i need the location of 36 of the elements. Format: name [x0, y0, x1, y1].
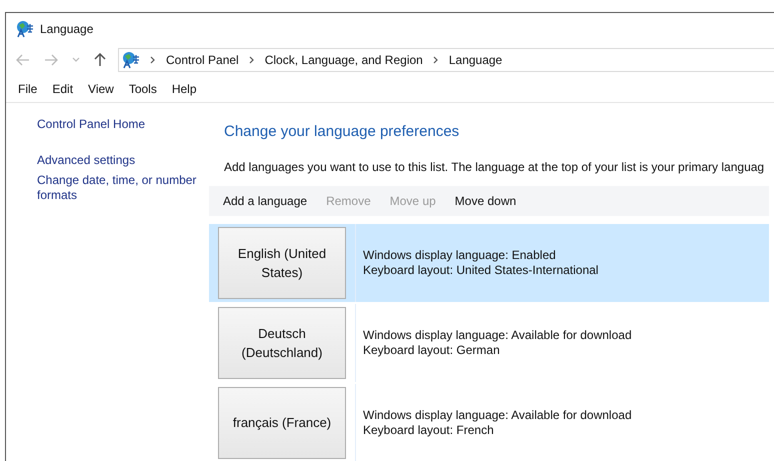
- language-icon: [122, 51, 140, 69]
- sidebar-link[interactable]: Change date, time, or number formats: [37, 173, 202, 203]
- menu-item[interactable]: View: [88, 80, 114, 98]
- chevron-icon: [248, 56, 255, 64]
- forward-arrow-icon[interactable]: [44, 54, 58, 66]
- back-arrow-icon[interactable]: [16, 54, 30, 66]
- language-tile[interactable]: Deutsch (Deutschland): [218, 306, 346, 378]
- address-bar[interactable]: Control Panel Clock, Language, and Region Language: [118, 48, 774, 72]
- menu-item[interactable]: Tools: [128, 80, 157, 98]
- chevron-icon: [432, 56, 439, 64]
- language-row[interactable]: English (United States) Windows display language: Enabled Keyboard layout: United States-International: [209, 224, 769, 302]
- language-tile[interactable]: français (France): [218, 386, 346, 458]
- keyboard-layout-text: Keyboard layout: French: [363, 422, 495, 438]
- menu-item[interactable]: File: [18, 80, 38, 98]
- breadcrumb-link[interactable]: Clock, Language, and Region: [264, 51, 423, 69]
- breadcrumb-link[interactable]: Control Panel: [166, 51, 239, 69]
- dropdown-caret-icon[interactable]: [72, 57, 80, 63]
- sidebar-link[interactable]: Advanced settings: [37, 153, 202, 168]
- chevron-icon: [150, 56, 156, 64]
- breadcrumb-link[interactable]: Language: [448, 51, 502, 69]
- keyboard-layout-text: Keyboard layout: German: [363, 342, 501, 358]
- page-heading: Change your language preferences: [224, 122, 460, 142]
- sidebar-link[interactable]: Control Panel Home: [37, 117, 202, 132]
- language-icon: [16, 20, 34, 38]
- window-title: Language: [40, 21, 94, 38]
- keyboard-layout-text: Keyboard layout: United States-International: [363, 262, 598, 278]
- description-text: Add languages you want to use to this list. The language at the top of your list is your primary languag: [224, 158, 766, 176]
- display-language-text: Windows display language: Available for download: [363, 328, 632, 342]
- menu-item[interactable]: Edit: [52, 80, 74, 98]
- up-arrow-icon[interactable]: [94, 53, 106, 67]
- display-language-text: Windows display language: Available for download: [363, 408, 632, 422]
- language-tile[interactable]: English (United States): [218, 226, 346, 298]
- toolbar-button[interactable]: Move down: [454, 192, 516, 210]
- menu-item[interactable]: Help: [172, 80, 197, 98]
- toolbar-button[interactable]: Add a language: [223, 192, 308, 210]
- display-language-text: Windows display language: Enabled: [363, 248, 557, 262]
